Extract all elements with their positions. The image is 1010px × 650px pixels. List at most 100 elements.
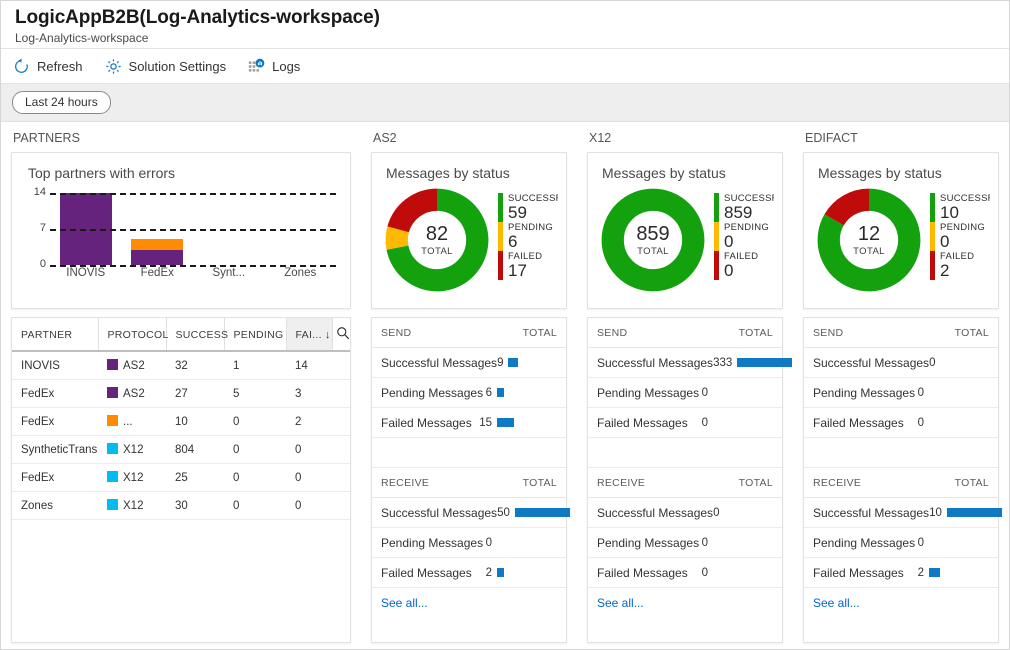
cell-spacer xyxy=(332,379,350,408)
table-row[interactable]: FedEx... 10 0 2 xyxy=(12,407,350,436)
messages-by-status-donut[interactable] xyxy=(816,187,922,293)
page-title: LogicAppB2B(Log-Analytics-workspace) xyxy=(15,7,380,28)
messages-by-status-title: Messages by status xyxy=(602,165,726,181)
message-stat-label: Failed Messages xyxy=(813,565,904,580)
table-search-button[interactable] xyxy=(332,318,350,352)
bar-chart-x-label: INOVIS xyxy=(66,267,106,279)
message-stat-row[interactable]: Pending Messages 0 xyxy=(588,528,782,558)
time-range-filter[interactable]: Last 24 hours xyxy=(12,91,111,114)
message-stat-row[interactable]: Pending Messages 0 xyxy=(804,378,998,408)
total-label: TOTAL xyxy=(738,477,773,489)
donut-body: 12TOTALSUCCESSFUL.10PENDING0FAILED2 xyxy=(814,187,990,293)
table-row[interactable]: FedEx X12 25 0 0 xyxy=(12,463,350,492)
message-stat-row[interactable]: Failed Messages 2 xyxy=(372,558,566,588)
table-row[interactable]: INOVIS AS2 32 1 14 xyxy=(12,351,350,380)
table-row[interactable]: SyntheticTrans X12 804 0 0 xyxy=(12,435,350,464)
messages-by-status-card[interactable]: Messages by status 859TOTALSUCCESSFUL859P… xyxy=(587,152,783,309)
table-column-header-pending[interactable]: PENDING xyxy=(224,318,287,352)
dashboard-columns: PARTNERS Top partners with errors INOVIS… xyxy=(1,122,1009,643)
protocol-color-swatch xyxy=(107,499,118,510)
donut-wrapper: 12 TOTAL xyxy=(816,187,922,293)
message-stat-value: 0 xyxy=(917,536,924,549)
table-column-header-fai[interactable]: FAI... ↓ xyxy=(286,318,333,352)
message-stat-row[interactable]: Pending Messages 0 xyxy=(588,378,782,408)
top-partners-bar-chart: INOVIS FedEx Synt... Zones 0 7 14 xyxy=(24,186,340,295)
see-all-link[interactable]: See all... xyxy=(588,588,782,618)
table-column-header-protocol[interactable]: PROTOCOL xyxy=(98,318,168,352)
table-row[interactable]: FedEx AS2 27 5 3 xyxy=(12,379,350,408)
message-stat-row[interactable]: Pending Messages 6 xyxy=(372,378,566,408)
message-stat-row[interactable]: Failed Messages 0 xyxy=(588,408,782,438)
message-stat-value: 0 xyxy=(917,416,924,429)
message-direction-card: SEND TOTAL Successful Messages 9 Pending Mes… xyxy=(371,317,570,643)
message-stat-value: 0 xyxy=(701,416,708,429)
refresh-button[interactable]: Refresh xyxy=(13,49,83,83)
legend-row: SUCCESSFUL.10 xyxy=(930,193,990,222)
table-column-header-partner[interactable]: PARTNER xyxy=(12,318,99,352)
see-all-link[interactable]: See all... xyxy=(804,588,998,618)
message-stat-label: Failed Messages xyxy=(597,415,688,430)
list-spacer xyxy=(804,438,998,468)
message-stat-row[interactable]: Failed Messages 0 xyxy=(588,558,782,588)
message-stat-value: 2 xyxy=(917,566,924,579)
messages-by-status-card[interactable]: Messages by status82TOTALSUCCESSFUL59PEN… xyxy=(371,152,567,309)
message-stat-value: 0 xyxy=(701,386,708,399)
message-stat-row[interactable]: Successful Messages 10 xyxy=(804,498,1002,528)
logs-button[interactable]: Logs xyxy=(248,49,300,83)
solution-settings-button[interactable]: Solution Settings xyxy=(105,49,226,83)
legend-row: PENDING 6 xyxy=(498,222,558,251)
messages-by-status-donut[interactable] xyxy=(600,187,706,293)
message-stat-row[interactable]: Pending Messages 0 xyxy=(804,528,998,558)
direction-label: SEND xyxy=(813,327,844,339)
message-stat-value: 0 xyxy=(485,536,492,549)
message-stat-label: Successful Messages xyxy=(813,505,930,520)
message-stat-row[interactable]: Pending Messages 0 xyxy=(372,528,566,558)
list-spacer xyxy=(372,438,566,468)
direction-header: SEND TOTAL xyxy=(588,318,782,348)
message-stat-row[interactable]: Failed Messages 15 xyxy=(372,408,566,438)
refresh-label: Refresh xyxy=(37,58,83,74)
filter-bar: Last 24 hours xyxy=(1,84,1009,122)
partners-table-card: PARTNER PROTOCOL SUCCESS PENDING FAI... ↓ INO… xyxy=(11,317,351,643)
legend-row: PENDING 0 xyxy=(714,222,774,251)
legend-color-bar xyxy=(498,222,503,251)
table-column-header-success[interactable]: SUCCESS xyxy=(166,318,228,352)
donut-body: 859TOTALSUCCESSFUL859PENDING0FAILED0 xyxy=(598,187,774,293)
messages-by-status-card[interactable]: Messages by status12TOTALSUCCESSFUL.10PE… xyxy=(803,152,999,309)
legend-value: 0 xyxy=(940,232,950,251)
cell-partner: SyntheticTrans xyxy=(12,435,98,464)
message-stat-bar-container xyxy=(929,568,989,577)
message-stat-row[interactable]: Successful Messages 50 xyxy=(372,498,570,528)
protocol-column-header: X12 xyxy=(589,131,612,145)
cell-spacer xyxy=(332,491,350,520)
message-stat-value: 0 xyxy=(701,566,708,579)
message-stat-row[interactable]: Successful Messages 333 xyxy=(588,348,793,378)
search-icon xyxy=(337,327,350,340)
cell-partner: FedEx xyxy=(12,379,98,408)
messages-by-status-donut[interactable] xyxy=(384,187,490,293)
message-stat-bar xyxy=(737,358,793,367)
command-bar: Refresh Solution Settings Logs xyxy=(1,49,1009,84)
legend-value: 0 xyxy=(724,232,734,251)
legend-text: SUCCESSFUL59 xyxy=(508,193,558,222)
message-stat-row[interactable]: Failed Messages 0 xyxy=(804,408,998,438)
legend-color-bar xyxy=(930,193,935,222)
donut-body: 82TOTALSUCCESSFUL59PENDING6FAILED17 xyxy=(382,187,558,293)
legend-text: SUCCESSFUL.10 xyxy=(940,193,990,222)
protocol-color-swatch xyxy=(107,359,118,370)
see-all-link[interactable]: See all... xyxy=(372,588,566,618)
messages-by-status-title: Messages by status xyxy=(818,165,942,181)
legend-color-bar xyxy=(498,193,503,222)
legend-value: 0 xyxy=(724,261,734,280)
message-stat-row[interactable]: Successful Messages 0 xyxy=(804,348,998,378)
bar-chart-x-label: Synt... xyxy=(212,267,246,279)
bar-chart-y-tick: 7 xyxy=(39,222,46,234)
message-stat-row[interactable]: Successful Messages 9 xyxy=(372,348,566,378)
message-stat-label: Successful Messages xyxy=(813,355,930,370)
table-row[interactable]: Zones X12 30 0 0 xyxy=(12,491,350,520)
top-partners-chart-card[interactable]: Top partners with errors INOVIS FedEx Synt… xyxy=(11,152,351,309)
cell-partner: INOVIS xyxy=(12,351,98,380)
message-stat-row[interactable]: Failed Messages 2 xyxy=(804,558,998,588)
cell-protocol: X12 xyxy=(98,463,166,492)
message-stat-row[interactable]: Successful Messages 0 xyxy=(588,498,782,528)
